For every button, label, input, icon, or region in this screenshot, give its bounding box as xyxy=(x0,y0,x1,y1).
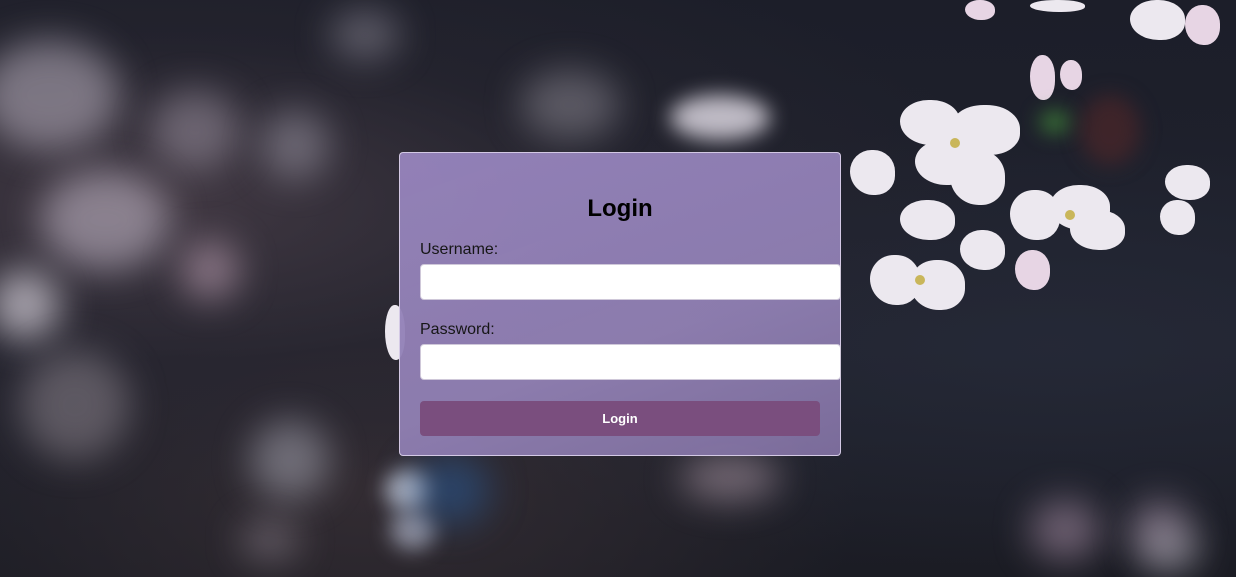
password-label: Password: xyxy=(420,321,495,338)
username-input[interactable] xyxy=(420,264,841,300)
username-label: Username: xyxy=(420,241,499,258)
login-button[interactable]: Login xyxy=(420,401,820,436)
password-input[interactable] xyxy=(420,344,841,380)
login-title: Login xyxy=(587,195,653,222)
login-card: Login Username: Password: Login xyxy=(399,152,841,456)
